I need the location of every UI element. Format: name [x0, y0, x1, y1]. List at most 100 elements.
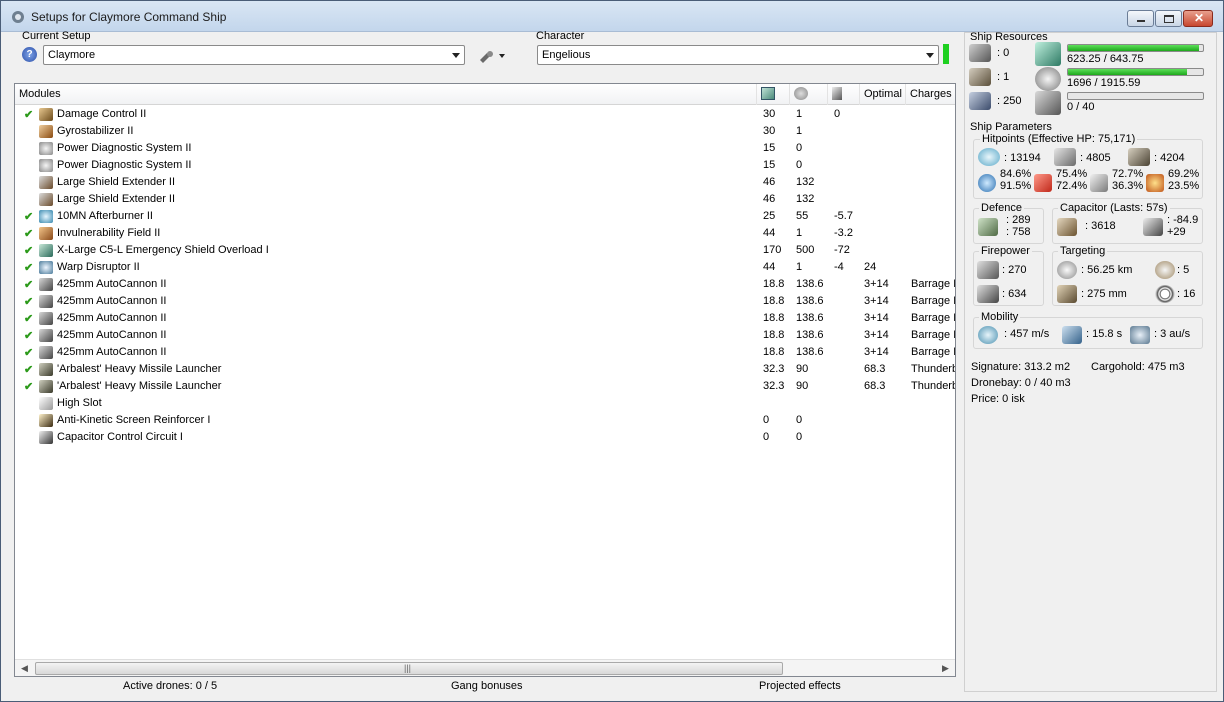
title-bar[interactable]: Setups for Claymore Command Ship ✕ [1, 1, 1223, 32]
module-powergrid: 138.6 [796, 312, 824, 324]
module-row[interactable]: ✔ Damage Control II 30 1 0 [15, 106, 955, 123]
autocannon-icon [39, 329, 53, 342]
module-row[interactable]: ✔ 425mm AutoCannon II 18.8 138.6 3+14 Barrage… [15, 344, 955, 361]
character-status-indicator [943, 44, 949, 64]
max-velocity-icon [978, 326, 998, 344]
invulnerability-field-icon [39, 227, 53, 240]
checkmark-icon: ✔ [24, 381, 34, 393]
character-value: Engelious [542, 49, 591, 61]
module-row[interactable]: ✔ 425mm AutoCannon II 18.8 138.6 3+14 Barrage… [15, 276, 955, 293]
module-row[interactable]: ✔ 'Arbalest' Heavy Missile Launcher 32.3 90… [15, 378, 955, 395]
mobility-group: Mobility : 457 m/s : 15.8 s : 3 au/s [973, 311, 1203, 349]
module-row[interactable]: Power Diagnostic System II 15 0 [15, 140, 955, 157]
module-powergrid: 0 [796, 142, 803, 154]
column-optimal-label: Optimal [864, 88, 902, 100]
cargohold-value: Cargohold: 475 m3 [1091, 361, 1185, 373]
chevron-down-icon [452, 53, 460, 58]
column-optimal[interactable]: Optimal [860, 84, 906, 105]
module-row[interactable]: Large Shield Extender II 46 132 [15, 174, 955, 191]
max-targets-icon [1155, 261, 1175, 279]
column-charges[interactable]: Charges [906, 84, 955, 105]
high-slot-icon [39, 397, 53, 410]
maximize-button[interactable] [1155, 10, 1182, 27]
module-row[interactable]: Anti-Kinetic Screen Reinforcer I 0 0 [15, 412, 955, 429]
module-row[interactable]: ✔ 425mm AutoCannon II 18.8 138.6 3+14 Barrage… [15, 310, 955, 327]
column-powergrid[interactable] [790, 84, 828, 105]
module-name: 425mm AutoCannon II [57, 346, 167, 358]
close-button[interactable]: ✕ [1183, 10, 1213, 27]
module-name: 10MN Afterburner II [57, 210, 153, 222]
powergrid-icon [1035, 67, 1061, 91]
current-setup-dropdown[interactable]: Claymore [43, 45, 465, 65]
checkmark-icon: ✔ [24, 279, 34, 291]
active-drones-button[interactable]: Active drones: 0 / 5 [123, 680, 217, 692]
module-name: Anti-Kinetic Screen Reinforcer I [57, 414, 211, 426]
module-powergrid: 138.6 [796, 329, 824, 341]
kinetic-resistance-1: 72.7% [1112, 168, 1144, 180]
horizontal-scrollbar[interactable]: ◀ ||| ▶ [15, 659, 955, 676]
column-capacitor[interactable] [828, 84, 860, 105]
module-optimal: 3+14 [864, 312, 889, 324]
targeting-title: Targeting [1058, 245, 1108, 257]
module-row[interactable]: High Slot [15, 395, 955, 412]
module-row[interactable]: ✔ Invulnerability Field II 44 1 -3.2 [15, 225, 955, 242]
module-cpu: 0 [763, 414, 770, 426]
module-cpu: 18.8 [763, 346, 785, 358]
module-row[interactable]: ✔ 425mm AutoCannon II 18.8 138.6 3+14 Barrage… [15, 293, 955, 310]
shield-extender-icon [39, 176, 53, 189]
em-resistance-1: 84.6% [1000, 168, 1032, 180]
checkmark-icon: ✔ [24, 245, 34, 257]
module-row[interactable]: ✔ 10MN Afterburner II 25 55 -5.7 [15, 208, 955, 225]
firepower-group: Firepower : 270 : 634 [973, 245, 1044, 306]
module-row[interactable]: ✔ Warp Disruptor II 44 1 -4 24 [15, 259, 955, 276]
screen-reinforcer-icon [39, 414, 53, 427]
scroll-left-icon[interactable]: ◀ [21, 663, 28, 674]
checkmark-icon: ✔ [24, 347, 34, 359]
setup-tools-button[interactable] [477, 46, 509, 66]
character-dropdown[interactable]: Engelious [537, 45, 939, 65]
modules-list[interactable]: Modules Optimal Charges ✔ Damage Control … [14, 83, 956, 677]
module-cpu: 32.3 [763, 363, 785, 375]
targeting-range-value: : 56.25 km [1081, 264, 1133, 276]
module-row[interactable]: Power Diagnostic System II 15 0 [15, 157, 955, 174]
capacitor-icon [832, 87, 842, 100]
module-charges: Barrage L [911, 346, 955, 358]
module-row[interactable]: ✔ X-Large C5-L Emergency Shield Overload … [15, 242, 955, 259]
module-name: Invulnerability Field II [57, 227, 161, 239]
module-charges: Barrage L [911, 278, 955, 290]
module-powergrid: 1 [796, 261, 803, 273]
grip-icon: ||| [404, 663, 412, 673]
module-powergrid: 1 [796, 125, 803, 137]
module-row[interactable]: ✔ 425mm AutoCannon II 18.8 138.6 3+14 Barrage… [15, 327, 955, 344]
module-powergrid: 1 [796, 108, 803, 120]
shield-overload-icon [39, 244, 53, 257]
chevron-down-icon [926, 53, 934, 58]
module-powergrid: 0 [796, 431, 803, 443]
module-optimal: 24 [864, 261, 877, 273]
module-row[interactable]: ✔ 'Arbalest' Heavy Missile Launcher 32.3 90… [15, 361, 955, 378]
projected-effects-button[interactable]: Projected effects [759, 680, 841, 692]
module-name: Large Shield Extender II [57, 193, 176, 205]
module-row[interactable]: Capacitor Control Circuit I 0 0 [15, 429, 955, 446]
module-row[interactable]: Gyrostabilizer II 30 1 [15, 123, 955, 140]
content-area: Current Setup ? Claymore Character Engel… [9, 30, 1217, 695]
scrollbar-thumb[interactable]: ||| [35, 662, 783, 675]
help-icon[interactable]: ? [22, 47, 37, 62]
column-modules[interactable]: Modules [15, 84, 757, 105]
module-name: 425mm AutoCannon II [57, 278, 167, 290]
launcher-hardpoint-icon [969, 68, 991, 86]
column-cpu[interactable] [757, 84, 790, 105]
module-row[interactable]: Large Shield Extender II 46 132 [15, 191, 955, 208]
module-powergrid: 138.6 [796, 295, 824, 307]
autocannon-icon [39, 346, 53, 359]
minimize-button[interactable] [1127, 10, 1154, 27]
module-name: Warp Disruptor II [57, 261, 140, 273]
gang-bonuses-button[interactable]: Gang bonuses [451, 680, 523, 692]
drone-bandwidth-icon [1035, 91, 1061, 115]
module-cpu: 18.8 [763, 312, 785, 324]
power-diagnostic-icon [39, 142, 53, 155]
scroll-right-icon[interactable]: ▶ [942, 663, 949, 674]
scan-resolution-value: : 275 mm [1081, 288, 1127, 300]
module-name: 'Arbalest' Heavy Missile Launcher [57, 363, 222, 375]
hitpoints-title: Hitpoints (Effective HP: 75,171) [980, 133, 1138, 145]
